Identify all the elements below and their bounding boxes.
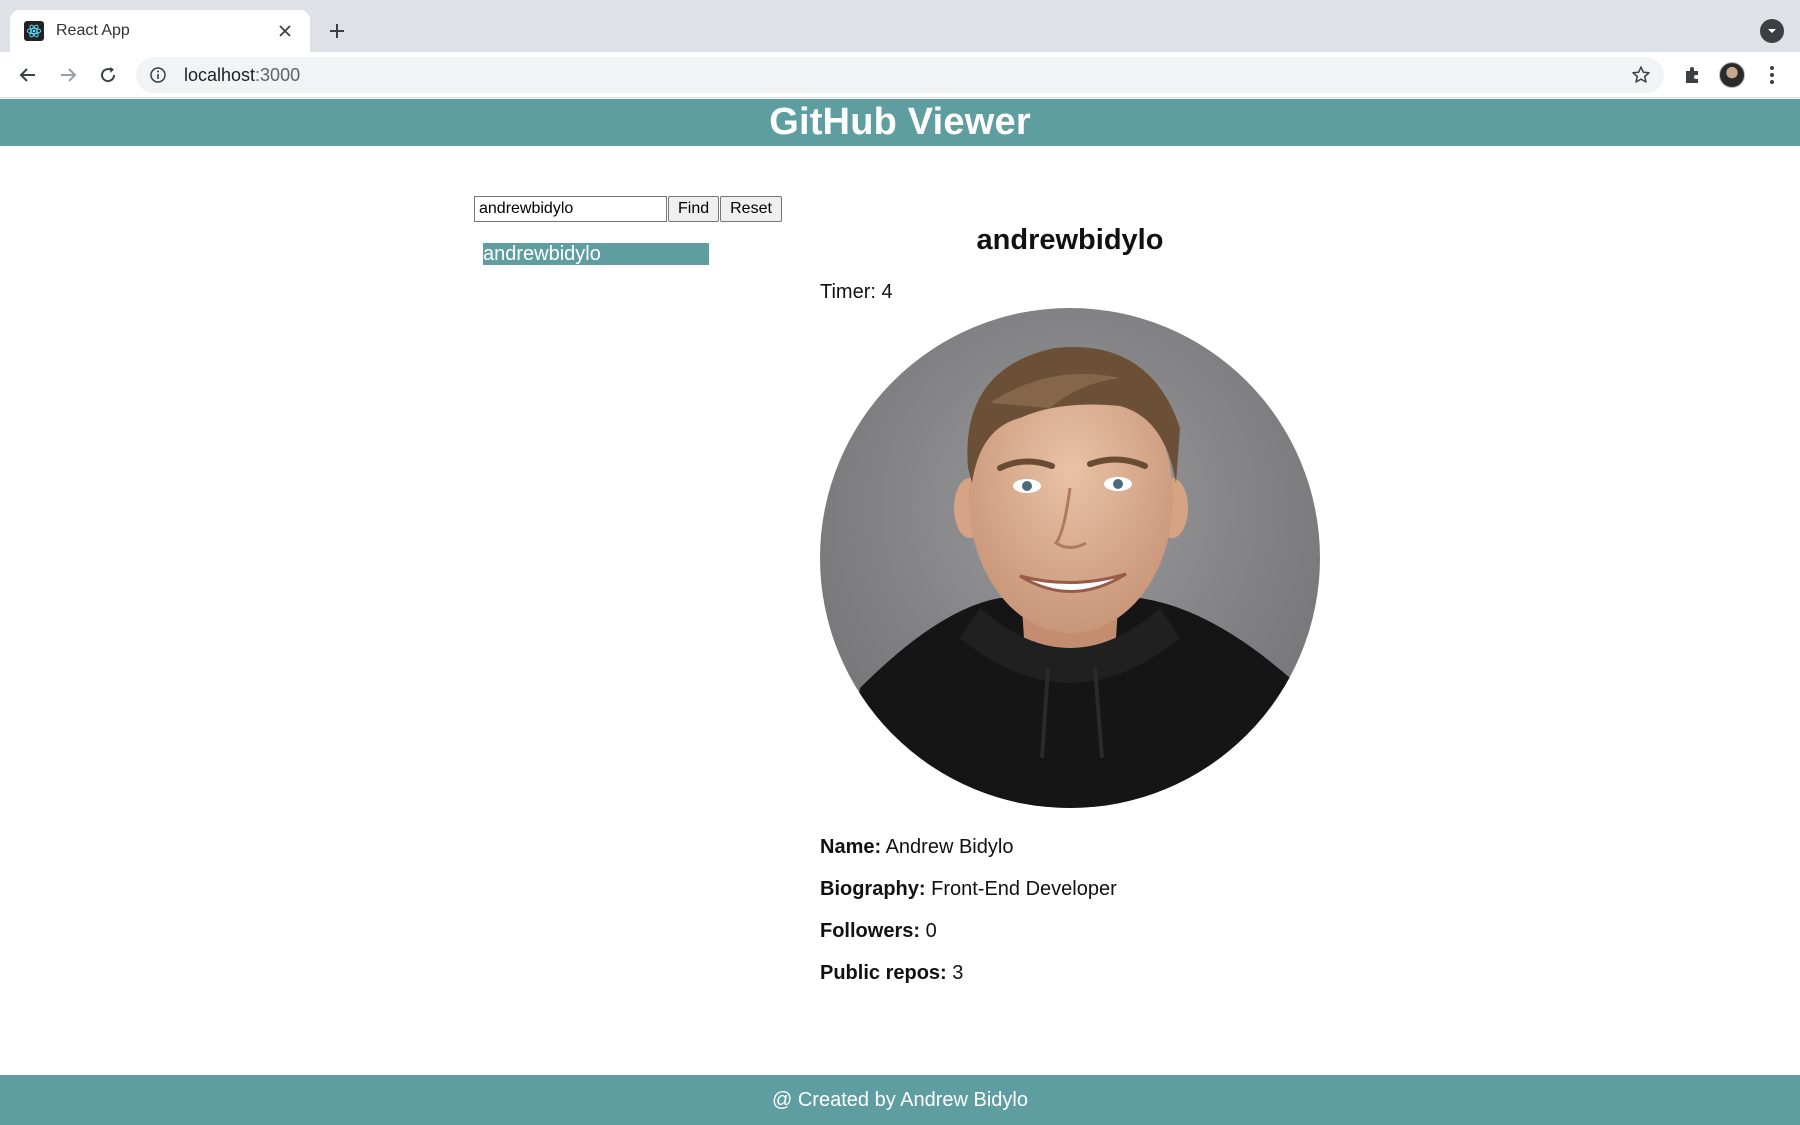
extensions-puzzle-icon[interactable] — [1676, 59, 1708, 91]
site-footer: @ Created by Andrew Bidylo — [0, 1075, 1800, 1125]
close-tab-icon[interactable] — [274, 20, 296, 42]
tab-title: React App — [56, 22, 130, 39]
user-details: andrewbidylo Timer: 4 Name: Andrew Bidyl… — [820, 220, 1320, 994]
followers-label: Followers: — [820, 920, 921, 942]
biography-line: Biography: Front-End Developer — [820, 868, 1320, 910]
browser-tabstrip: React App — [0, 0, 1800, 52]
name-line: Name: Andrew Bidylo — [820, 826, 1320, 868]
name-value: Andrew Bidylo — [885, 836, 1014, 858]
result-list-item[interactable]: andrewbidylo — [483, 243, 709, 265]
search-form: Find Reset — [474, 196, 782, 222]
public-repos-value: 3 — [952, 962, 964, 984]
profile-avatar-icon[interactable] — [1716, 59, 1748, 91]
user-info: Name: Andrew Bidylo Biography: Front-End… — [820, 826, 1320, 994]
public-repos-line: Public repos: 3 — [820, 952, 1320, 994]
reset-button[interactable]: Reset — [720, 196, 782, 222]
timer-value: 4 — [881, 281, 893, 303]
tab-search-icon[interactable] — [1760, 19, 1784, 43]
site-info-icon[interactable] — [148, 65, 168, 85]
forward-arrow-icon[interactable] — [52, 59, 84, 91]
search-input[interactable] — [474, 196, 667, 222]
followers-line: Followers: 0 — [820, 910, 1320, 952]
timer: Timer: 4 — [820, 281, 1320, 304]
url-text: localhost:3000 — [184, 65, 300, 86]
site-header: GitHub Viewer — [0, 99, 1800, 146]
footer-text: @ Created by Andrew Bidylo — [772, 1088, 1028, 1111]
profile-avatar — [1719, 62, 1745, 88]
reload-icon[interactable] — [92, 59, 124, 91]
biography-value: Front-End Developer — [931, 878, 1117, 900]
url-port: :3000 — [255, 64, 301, 85]
browser-menu-icon[interactable] — [1756, 59, 1788, 91]
biography-label: Biography: — [820, 878, 926, 900]
browser-toolbar: localhost:3000 — [0, 52, 1800, 98]
react-logo-icon — [24, 21, 44, 41]
user-login-heading: andrewbidylo — [976, 224, 1164, 256]
browser-tab[interactable]: React App — [10, 10, 310, 52]
url-host: localhost — [184, 64, 256, 85]
name-label: Name: — [820, 836, 882, 858]
find-button[interactable]: Find — [668, 196, 720, 222]
user-avatar — [820, 308, 1320, 808]
new-tab-icon[interactable] — [322, 16, 352, 46]
followers-value: 0 — [925, 920, 937, 942]
back-arrow-icon[interactable] — [12, 59, 44, 91]
bookmark-star-icon[interactable] — [1630, 64, 1652, 86]
page-title: GitHub Viewer — [769, 101, 1031, 143]
timer-label: Timer: — [820, 281, 876, 303]
address-bar[interactable]: localhost:3000 — [136, 57, 1664, 93]
public-repos-label: Public repos: — [820, 962, 947, 984]
